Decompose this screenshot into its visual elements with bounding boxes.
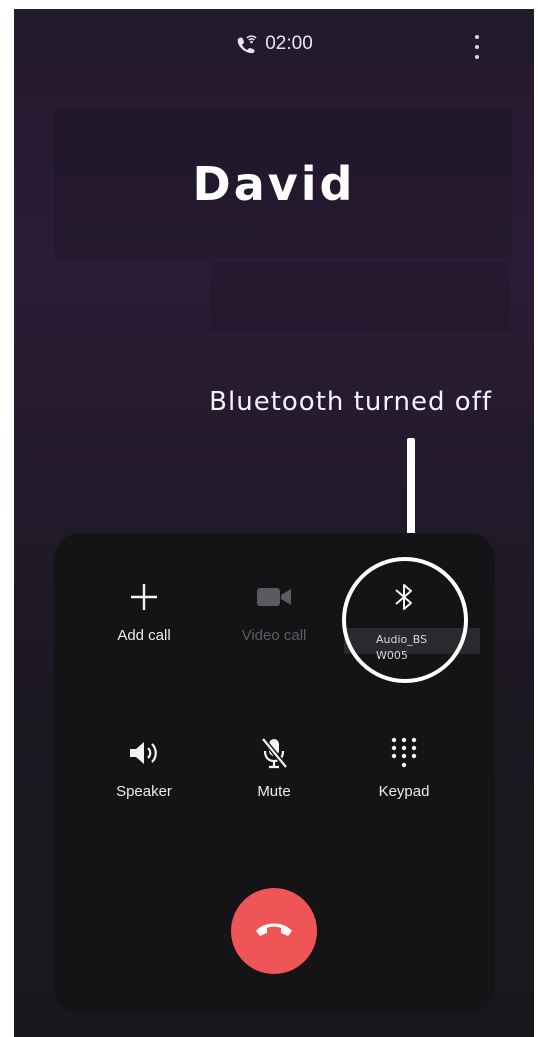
microphone-muted-icon: [214, 733, 334, 773]
caller-name: David: [192, 157, 356, 211]
highlight-circle: [342, 557, 468, 683]
call-timer: 02:00: [235, 33, 313, 55]
mute-button[interactable]: Mute: [214, 733, 334, 800]
status-bar: 02:00: [14, 33, 534, 63]
plus-icon: [84, 577, 204, 617]
call-screen: 02:00 David Bluetooth turned off Add cal…: [14, 9, 534, 1037]
video-call-button[interactable]: Video call: [214, 577, 334, 644]
end-call-button[interactable]: [231, 888, 317, 974]
video-camera-icon: [214, 577, 334, 617]
speaker-label: Speaker: [116, 783, 172, 800]
annotation-label: Bluetooth turned off: [209, 387, 492, 417]
speaker-button[interactable]: Speaker: [84, 733, 204, 800]
wifi-call-icon: [235, 34, 257, 54]
more-options-icon[interactable]: [474, 35, 480, 59]
speaker-icon: [84, 733, 204, 773]
keypad-label: Keypad: [378, 783, 430, 800]
in-call-controls-panel: Add call Video call Audio_BS W005 Speake…: [54, 533, 495, 1013]
call-timer-text: 02:00: [265, 33, 313, 54]
phone-hang-up-icon: [254, 919, 294, 944]
annotation-pointer: [407, 438, 415, 538]
add-call-button[interactable]: Add call: [84, 577, 204, 644]
dialpad-icon: [344, 733, 464, 773]
video-call-label: Video call: [241, 627, 307, 644]
keypad-button[interactable]: Keypad: [344, 733, 464, 800]
caller-detail-backdrop: [210, 261, 510, 331]
add-call-label: Add call: [117, 627, 171, 644]
mute-label: Mute: [257, 783, 291, 800]
